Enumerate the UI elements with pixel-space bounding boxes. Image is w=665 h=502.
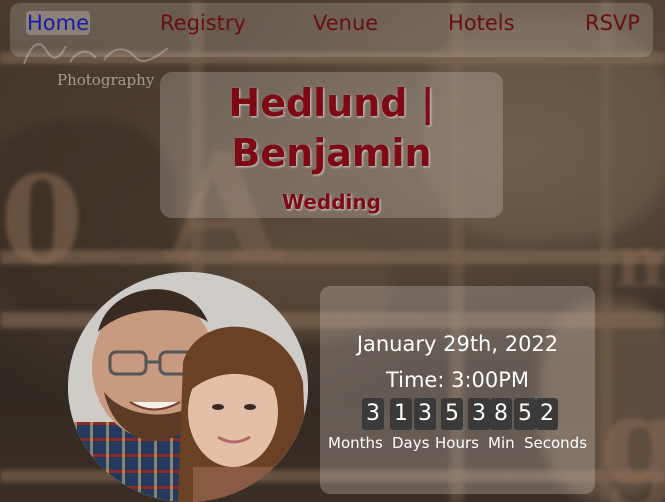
countdown-seconds-digit-1: 5 <box>514 398 536 430</box>
event-card: January 29th, 2022 Time: 3:00PM 3 1 3 5 … <box>320 286 595 494</box>
couple-photo <box>68 272 308 502</box>
countdown-days-digit-1: 1 <box>390 398 412 430</box>
countdown-label-hours: Hours <box>435 434 479 452</box>
countdown-label-months: Months <box>328 434 383 452</box>
nav-hotels[interactable]: Hotels <box>448 11 515 35</box>
nav-home[interactable]: Home <box>26 11 91 35</box>
top-nav: Home Registry Venue Hotels RSVP <box>10 3 653 57</box>
title-line-1: Hedlund | <box>228 81 435 125</box>
nav-rsvp[interactable]: RSVP <box>585 11 640 35</box>
countdown-label-seconds: Seconds <box>524 434 588 452</box>
page-subtitle: Wedding <box>282 190 381 214</box>
countdown-label-minutes: Min <box>488 434 515 452</box>
studio-name: Photography <box>57 71 155 89</box>
countdown-label-days: Days <box>392 434 430 452</box>
countdown-months-digit-1: 3 <box>362 398 384 430</box>
title-card: Hedlund | Benjamin Wedding <box>160 72 503 218</box>
countdown-days-digit-2: 3 <box>414 398 436 430</box>
nav-venue[interactable]: Venue <box>313 11 378 35</box>
page-title: Hedlund | Benjamin <box>160 72 503 178</box>
nav-registry[interactable]: Registry <box>160 11 246 35</box>
countdown-minutes-digit-1: 3 <box>468 398 490 430</box>
countdown-hours-digit-1: 5 <box>441 398 463 430</box>
title-line-2: Benjamin <box>231 131 432 175</box>
countdown-seconds-digit-2: 2 <box>536 398 558 430</box>
event-date: January 29th, 2022 <box>356 332 559 356</box>
countdown-minutes-digit-2: 8 <box>490 398 512 430</box>
event-time: Time: 3:00PM <box>385 368 530 392</box>
